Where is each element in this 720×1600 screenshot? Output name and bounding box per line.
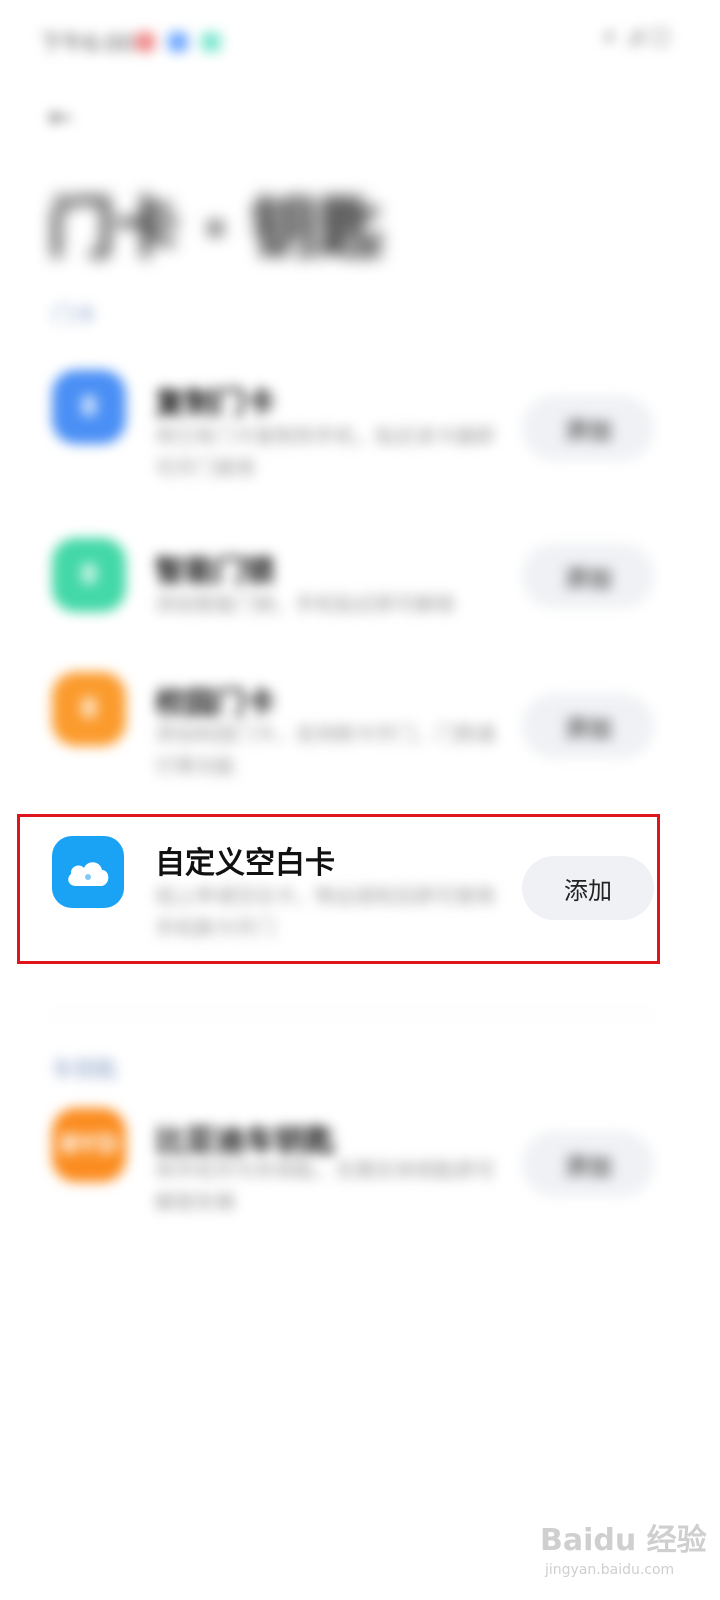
- status-bar: 下午6:00 ⚡ .ıl ☐: [0, 0, 720, 80]
- item-description: 将已有门卡复制到手机，贴近读卡器即可开门使用: [155, 424, 495, 480]
- item-title: 智能门锁: [155, 554, 275, 589]
- car-key-icon: BYD: [52, 1108, 126, 1182]
- nfc-card-icon: 8: [52, 370, 126, 444]
- item-description: 将手机作为车钥匙，无需实体钥匙即可解锁车辆: [155, 1158, 495, 1214]
- item-title: 校园门卡: [155, 686, 275, 721]
- add-button[interactable]: 添加: [522, 396, 654, 460]
- status-indicators: ⚡ .ıl ☐: [601, 26, 670, 51]
- status-time: 下午6:00: [40, 32, 134, 57]
- page-title: 门卡 · 钥匙: [48, 190, 384, 267]
- section-label-cards: 门卡: [52, 304, 97, 329]
- watermark-url: jingyan.baidu.com: [545, 1562, 675, 1578]
- item-description: 线上申请空白卡，物业授权后即可使用手机刷卡开门: [155, 884, 495, 940]
- add-button[interactable]: 添加: [522, 544, 654, 608]
- add-button[interactable]: 添加: [522, 856, 654, 920]
- add-button[interactable]: 添加: [522, 1132, 654, 1196]
- back-arrow-icon[interactable]: ←: [48, 100, 73, 135]
- item-description: 添加智能门锁，手机贴近即可解锁: [155, 592, 455, 616]
- item-title: 自定义空白卡: [155, 846, 335, 881]
- notification-icon: [201, 32, 221, 52]
- campus-card-icon: 8: [52, 672, 126, 746]
- item-description: 添加校园门卡，支持刷卡开门、门禁通行等功能: [155, 722, 495, 778]
- notification-icon: [168, 32, 188, 52]
- notification-icon: [135, 32, 155, 52]
- section-label-car-keys: 车钥匙: [52, 1058, 119, 1083]
- add-button[interactable]: 添加: [522, 694, 654, 758]
- item-title: 复制门卡: [155, 386, 275, 421]
- watermark-logo: Baidu 经验: [540, 1523, 707, 1558]
- cloud-icon: [52, 836, 124, 908]
- divider: [52, 1012, 652, 1014]
- smart-lock-icon: 8: [52, 538, 126, 612]
